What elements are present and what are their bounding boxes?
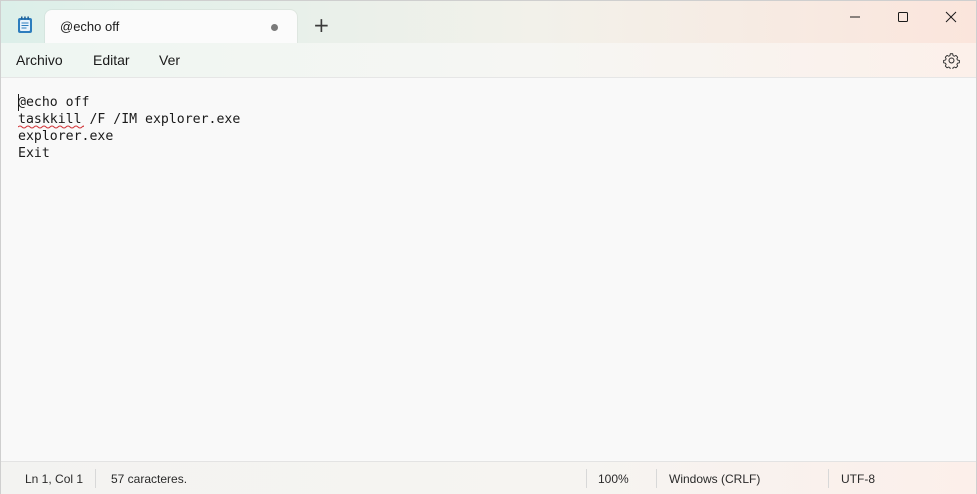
tab-title: @echo off (60, 19, 120, 34)
minimize-button[interactable] (832, 1, 878, 33)
menu-archivo[interactable]: Archivo (16, 52, 63, 68)
notepad-app-icon (17, 16, 33, 34)
character-count: 57 caracteres. (111, 472, 188, 486)
new-tab-plus-icon[interactable]: + (313, 15, 330, 35)
gear-icon[interactable] (943, 52, 960, 70)
title-bar: @echo off + (1, 1, 976, 43)
status-divider (656, 469, 657, 488)
menu-ver[interactable]: Ver (159, 52, 180, 68)
editor-line-3: explorer.exe (18, 129, 114, 144)
cursor-position: Ln 1, Col 1 (25, 472, 84, 486)
editor-line-4: Exit (18, 146, 50, 161)
tab-echo-off[interactable]: @echo off (45, 10, 297, 43)
minimize-icon (850, 16, 860, 18)
status-divider (95, 469, 96, 488)
notepad-window: @echo off + Archivo Editar Ver @echo off… (0, 0, 977, 494)
status-bar: Ln 1, Col 1 57 caracteres. 100% Windows … (1, 461, 976, 494)
status-divider (586, 469, 587, 488)
maximize-icon (898, 12, 908, 22)
unsaved-changes-dot-icon[interactable] (271, 24, 278, 31)
maximize-button[interactable] (880, 1, 926, 33)
close-button[interactable] (928, 1, 974, 33)
zoom-level[interactable]: 100% (598, 472, 629, 486)
close-icon (945, 11, 957, 23)
status-divider (828, 469, 829, 488)
encoding[interactable]: UTF-8 (841, 472, 875, 486)
text-editor-area[interactable]: @echo off taskkill /F /IM explorer.exe e… (1, 78, 976, 461)
menu-editar[interactable]: Editar (93, 52, 130, 68)
editor-line-1: @echo off (18, 95, 90, 110)
line-ending-type[interactable]: Windows (CRLF) (669, 472, 760, 486)
menu-bar: Archivo Editar Ver (1, 43, 976, 78)
